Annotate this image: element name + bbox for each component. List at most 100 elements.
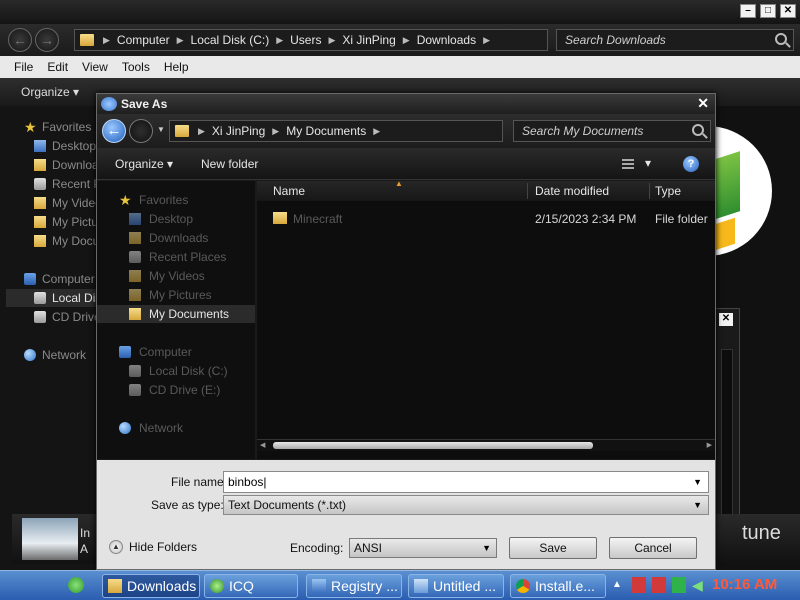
column-headers: ▲ Name Date modified Type — [257, 179, 715, 201]
chevron-up-icon: ▲ — [109, 540, 123, 554]
file-list-pane: ▲ Name Date modified Type Minecraft 2/15… — [257, 179, 715, 459]
explorer-search-input[interactable]: Search Downloads — [556, 29, 794, 51]
scrollbar-thumb[interactable] — [273, 442, 593, 449]
chevron-down-icon[interactable]: ▼ — [482, 539, 491, 557]
breadcrumb-my-documents[interactable]: My Documents — [282, 124, 370, 138]
column-header-name[interactable]: Name — [273, 184, 305, 198]
encoding-select[interactable]: ANSI ▼ — [349, 538, 497, 558]
view-dropdown-button[interactable]: ▾ — [645, 156, 651, 170]
explorer-address-bar[interactable]: ▶ Computer ▶ Local Disk (C:) ▶ Users ▶ X… — [74, 29, 548, 51]
nav-item-my-documents[interactable]: My Documents — [97, 305, 255, 323]
taskbar-item-notepad[interactable]: Untitled ... — [408, 574, 504, 598]
media-thumbnail[interactable] — [22, 518, 78, 560]
cancel-button[interactable]: Cancel — [609, 537, 697, 559]
volume-icon[interactable]: ◀ — [692, 577, 706, 593]
organize-label: Organize — [115, 157, 164, 171]
taskbar: Downloads ICQ Registry ... Untitled ... … — [0, 570, 800, 600]
search-icon[interactable] — [692, 124, 704, 136]
explorer-titlebar: – □ ✕ — [0, 0, 800, 24]
search-icon[interactable] — [775, 33, 787, 45]
chevron-down-icon[interactable]: ▼ — [157, 125, 165, 134]
chevron-down-icon[interactable]: ▼ — [693, 496, 702, 514]
view-options-icon[interactable] — [622, 159, 634, 169]
dialog-address-bar[interactable]: ▶ Xi JinPing ▶ My Documents ▶ — [169, 120, 503, 142]
nav-item-desktop[interactable]: Desktop — [97, 210, 255, 228]
alert-icon[interactable] — [652, 577, 666, 593]
nav-label: CD Drive (E:) — [149, 383, 221, 397]
menu-view[interactable]: View — [75, 60, 115, 74]
save-type-label: Save as type: — [151, 498, 224, 512]
column-header-date[interactable]: Date modified — [535, 184, 609, 198]
scroll-left-icon[interactable]: ◀ — [260, 441, 265, 449]
nav-item-local-disk[interactable]: Local Disk (C:) — [97, 362, 255, 380]
file-name-value: binbos — [228, 475, 264, 489]
save-type-select[interactable]: Text Documents (*.txt) ▼ — [223, 495, 709, 515]
clock[interactable]: 10:16 AM — [712, 576, 777, 593]
close-button[interactable]: ✕ — [780, 4, 796, 18]
breadcrumb-computer[interactable]: Computer — [113, 33, 174, 47]
nav-label: Favorites — [139, 193, 189, 207]
horizontal-scrollbar[interactable]: ◀ ▶ — [257, 439, 715, 451]
menu-help[interactable]: Help — [157, 60, 196, 74]
action-center-icon[interactable] — [632, 577, 646, 593]
file-name-cell: Minecraft — [293, 212, 343, 226]
folder-icon — [129, 308, 141, 320]
taskbar-item-icq[interactable]: ICQ — [204, 574, 298, 598]
save-options-panel: File name: binbos| ▼ Save as type: Text … — [97, 460, 715, 569]
taskbar-item-chrome[interactable]: Install.e... — [510, 574, 606, 598]
show-hidden-icons-icon[interactable]: ▲ — [612, 577, 626, 593]
dialog-forward-button[interactable] — [129, 119, 153, 143]
nav-item-recent-places[interactable]: Recent Places — [97, 248, 255, 266]
menu-tools[interactable]: Tools — [115, 60, 157, 74]
file-name-input[interactable]: binbos| ▼ — [223, 471, 709, 493]
dialog-back-button[interactable]: ← — [102, 119, 126, 143]
scroll-right-icon[interactable]: ▶ — [707, 441, 712, 449]
column-divider[interactable] — [527, 183, 528, 199]
start-button[interactable] — [68, 577, 84, 593]
desktop-icon — [129, 213, 141, 225]
nav-item-my-pictures[interactable]: My Pictures — [97, 286, 255, 304]
icq-icon — [210, 579, 224, 593]
table-row[interactable]: Minecraft 2/15/2023 2:34 PM File folder — [257, 209, 715, 229]
nav-item-downloads[interactable]: Downloads — [97, 229, 255, 247]
column-header-type[interactable]: Type — [655, 184, 681, 198]
sidebar-item-local-disk[interactable]: Local Disk (C:) — [6, 289, 100, 307]
computer-icon — [119, 346, 131, 358]
explorer-organize-button[interactable]: Organize ▾ — [21, 85, 79, 99]
save-button[interactable]: Save — [509, 537, 597, 559]
close-icon[interactable]: ✕ — [719, 313, 733, 326]
minimize-button[interactable]: – — [740, 4, 756, 18]
menu-edit[interactable]: Edit — [40, 60, 75, 74]
breadcrumb-user[interactable]: Xi JinPing — [338, 33, 399, 47]
search-placeholder: Search Downloads — [565, 33, 666, 47]
taskbar-item-registry[interactable]: Registry ... — [306, 574, 402, 598]
breadcrumb-local-disk[interactable]: Local Disk (C:) — [187, 33, 274, 47]
nav-item-computer[interactable]: Computer — [97, 343, 255, 361]
dialog-address-row: ← ▼ ▶ Xi JinPing ▶ My Documents ▶ Search… — [97, 114, 715, 148]
dialog-search-input[interactable]: Search My Documents — [513, 120, 711, 142]
hide-folders-button[interactable]: ▲ Hide Folders — [109, 540, 197, 554]
maximize-button[interactable]: □ — [760, 4, 776, 18]
network-icon[interactable] — [672, 577, 686, 593]
folder-icon — [80, 34, 94, 46]
column-divider[interactable] — [649, 183, 650, 199]
chrome-icon — [516, 579, 530, 593]
nav-item-my-videos[interactable]: My Videos — [97, 267, 255, 285]
menu-file[interactable]: File — [0, 60, 40, 74]
chevron-down-icon[interactable]: ▼ — [693, 472, 702, 492]
nav-item-favorites[interactable]: ★ Favorites — [97, 191, 255, 209]
back-button[interactable]: ← — [8, 28, 32, 52]
breadcrumb-users[interactable]: Users — [286, 33, 325, 47]
nav-item-network[interactable]: Network — [97, 419, 255, 437]
breadcrumb-user[interactable]: Xi JinPing — [208, 124, 269, 138]
taskbar-item-downloads[interactable]: Downloads — [102, 574, 200, 598]
help-icon[interactable]: ? — [683, 156, 699, 172]
nav-item-cd-drive[interactable]: CD Drive (E:) — [97, 381, 255, 399]
organize-button[interactable]: Organize ▾ — [115, 157, 173, 171]
dialog-close-button[interactable]: ✕ — [697, 96, 709, 110]
breadcrumb-downloads[interactable]: Downloads — [413, 33, 480, 47]
forward-button[interactable]: → — [35, 28, 59, 52]
notepad-icon — [101, 97, 117, 111]
new-folder-button[interactable]: New folder — [201, 157, 258, 171]
folder-icon — [34, 159, 46, 171]
